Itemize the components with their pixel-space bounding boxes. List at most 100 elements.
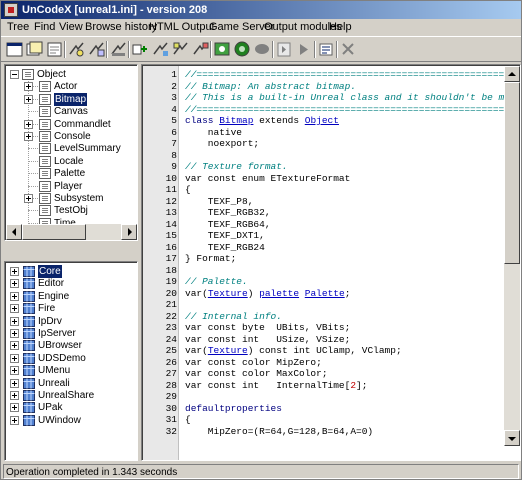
- compile-icon[interactable]: [213, 40, 232, 59]
- code-line[interactable]: 5 class Bitmap extends Object: [143, 115, 503, 126]
- code-line[interactable]: 22 // Internal info.: [143, 311, 503, 322]
- code-line[interactable]: 21: [143, 299, 503, 310]
- expand-toggle[interactable]: [10, 403, 19, 413]
- run-server-icon[interactable]: [233, 40, 252, 59]
- code-line[interactable]: 10 var const enum ETextureFormat: [143, 173, 503, 184]
- expand-toggle[interactable]: [10, 353, 19, 363]
- rebuild-tree-icon[interactable]: [25, 40, 44, 59]
- package-node[interactable]: Editor: [6, 277, 136, 290]
- search-icon[interactable]: [109, 40, 128, 59]
- scroll-left-button[interactable]: [6, 224, 22, 240]
- package-node[interactable]: UPak: [6, 401, 136, 414]
- code-line[interactable]: 9 // Texture format.: [143, 161, 503, 172]
- expand-toggle[interactable]: [10, 316, 19, 326]
- package-tree-panel[interactable]: Core Editor Engine Fire IpDrv IpServer UBrowse…: [4, 261, 138, 461]
- menu-tree[interactable]: Tree: [4, 19, 32, 36]
- expand-toggle[interactable]: [24, 94, 33, 104]
- code-line[interactable]: 17} Format;: [143, 253, 503, 264]
- tree-node[interactable]: Actor: [6, 80, 136, 93]
- expand-toggle[interactable]: [10, 304, 19, 314]
- code-line[interactable]: 28 var const int InternalTime[2];: [143, 380, 503, 391]
- expand-toggle[interactable]: [10, 415, 19, 425]
- code-line[interactable]: 20 var(Texture) palette Palette;: [143, 288, 503, 299]
- new-tree-icon[interactable]: [5, 40, 24, 59]
- tree-node[interactable]: Locale: [6, 155, 136, 168]
- package-node[interactable]: Engine: [6, 290, 136, 303]
- expand-toggle[interactable]: [24, 119, 33, 129]
- code-line[interactable]: 16 TEXF_RGB24: [143, 242, 503, 253]
- code-token[interactable]: Object: [305, 115, 339, 126]
- code-line[interactable]: 23 var const byte UBits, VBits;: [143, 322, 503, 333]
- html-help-icon[interactable]: [151, 40, 170, 59]
- back-icon[interactable]: [275, 40, 294, 59]
- scroll-up-button[interactable]: [504, 66, 520, 82]
- code-line[interactable]: 27 var const color MaxColor;: [143, 368, 503, 379]
- menu-help[interactable]: Help: [326, 19, 355, 36]
- code-line[interactable]: 29: [143, 391, 503, 402]
- code-line[interactable]: 30 defaultproperties: [143, 403, 503, 414]
- code-line[interactable]: 11 {: [143, 184, 503, 195]
- tree-node[interactable]: Commandlet: [6, 118, 136, 131]
- code-line[interactable]: 4 //=====================================…: [143, 104, 520, 115]
- tree-node[interactable]: Palette: [6, 167, 136, 180]
- class-tree-scroll-thumb[interactable]: [22, 224, 86, 240]
- code-line[interactable]: 15 TEXF_DXT1,: [143, 230, 503, 241]
- html-output-icon[interactable]: [191, 40, 210, 59]
- code-line[interactable]: 7 noexport;: [143, 138, 503, 149]
- expand-toggle[interactable]: [10, 279, 19, 289]
- class-tree-panel[interactable]: Object Actor Bitmap Canvas Commandlet Console…: [4, 64, 138, 241]
- scroll-right-button[interactable]: [121, 224, 137, 240]
- scroll-down-button[interactable]: [504, 430, 520, 446]
- source-code-panel[interactable]: 1 //=====================================…: [141, 64, 521, 461]
- code-line[interactable]: 2 // Bitmap: An abstract bitmap.: [143, 81, 503, 92]
- code-line[interactable]: 8: [143, 150, 503, 161]
- analyse-icon[interactable]: [45, 40, 64, 59]
- tree-node[interactable]: Console: [6, 130, 136, 143]
- package-node[interactable]: UWindow: [6, 414, 136, 427]
- expand-toggle[interactable]: [10, 329, 19, 338]
- package-node[interactable]: IpServer: [6, 327, 136, 340]
- code-line[interactable]: 6 native: [143, 127, 503, 138]
- tree-node[interactable]: Subsystem: [6, 192, 136, 205]
- code-token[interactable]: palette: [259, 288, 299, 299]
- package-node[interactable]: Fire: [6, 302, 136, 315]
- expand-toggle[interactable]: [24, 82, 33, 92]
- code-line[interactable]: 18: [143, 265, 503, 276]
- expand-toggle[interactable]: [24, 194, 33, 203]
- source-vscrollbar[interactable]: [504, 66, 520, 446]
- tree-node[interactable]: Player: [6, 180, 136, 193]
- expand-toggle[interactable]: [10, 267, 19, 276]
- code-line[interactable]: 19 // Palette.: [143, 276, 503, 287]
- expand-toggle[interactable]: [10, 341, 19, 351]
- package-node[interactable]: Core: [6, 265, 136, 278]
- code-line[interactable]: 31 {: [143, 414, 503, 425]
- expand-toggle[interactable]: [10, 291, 19, 301]
- package-node[interactable]: UnrealShare: [6, 389, 136, 402]
- expand-toggle[interactable]: [10, 366, 19, 376]
- code-line[interactable]: 32 MipZero=(R=64,G=128,B=64,A=0): [143, 426, 503, 437]
- package-node[interactable]: UDSDemo: [6, 352, 136, 365]
- expand-toggle[interactable]: [10, 378, 19, 388]
- code-line[interactable]: 12 TEXF_P8,: [143, 196, 503, 207]
- package-node[interactable]: UBrowser: [6, 339, 136, 352]
- tree-node[interactable]: Bitmap: [6, 92, 136, 106]
- app-icon[interactable]: [4, 3, 18, 17]
- package-node[interactable]: Unreali: [6, 377, 136, 390]
- code-token[interactable]: Bitmap: [219, 115, 253, 126]
- tree-node[interactable]: Canvas: [6, 105, 136, 118]
- package-node[interactable]: IpDrv: [6, 315, 136, 328]
- code-line[interactable]: 24 var const int USize, VSize;: [143, 334, 503, 345]
- find-next-icon[interactable]: [87, 40, 106, 59]
- chat-icon[interactable]: [253, 40, 272, 59]
- source-icon[interactable]: [317, 40, 336, 59]
- code-token[interactable]: Palette: [305, 288, 345, 299]
- code-line[interactable]: 13 TEXF_RGB32,: [143, 207, 503, 218]
- code-token[interactable]: Texture: [208, 345, 248, 356]
- menu-find[interactable]: Find: [31, 19, 58, 36]
- package-node[interactable]: UMenu: [6, 364, 136, 377]
- title-bar[interactable]: UnCodeX [unreal1.ini] - version 208: [1, 1, 521, 19]
- code-line[interactable]: 14 TEXF_RGB64,: [143, 219, 503, 230]
- code-line[interactable]: 3 // This is a built-in Unreal class and …: [143, 92, 520, 103]
- source-scroll-thumb[interactable]: [504, 82, 520, 264]
- tree-node-root[interactable]: Object: [6, 68, 136, 81]
